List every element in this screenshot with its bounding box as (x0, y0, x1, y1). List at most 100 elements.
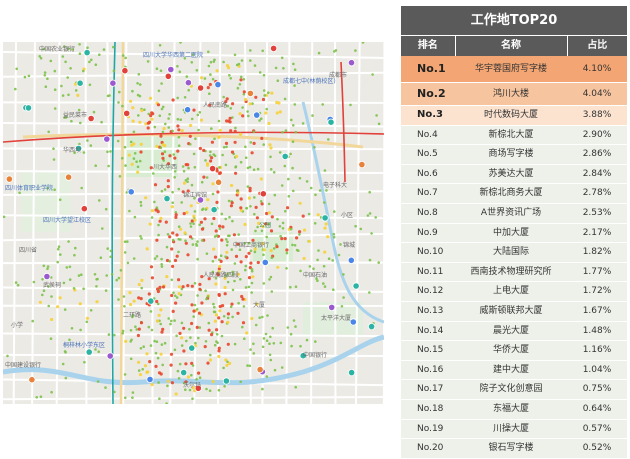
poi-pin-icon[interactable] (147, 376, 153, 382)
heat-point (245, 265, 248, 268)
poi-pin-icon[interactable] (181, 369, 187, 375)
heat-point (86, 46, 89, 49)
heat-point (314, 340, 317, 343)
poi-pin-icon[interactable] (189, 345, 195, 351)
heat-point (63, 282, 66, 285)
poi-pin-icon[interactable] (223, 378, 229, 384)
poi-pin-icon[interactable] (282, 153, 288, 159)
poi-pin-icon[interactable] (81, 206, 87, 212)
poi-pin-icon[interactable] (44, 273, 50, 279)
poi-pin-icon[interactable] (184, 107, 190, 113)
heat-point (66, 266, 69, 269)
heat-point (139, 83, 142, 86)
heat-point (209, 83, 212, 86)
heat-point (183, 212, 186, 215)
poi-pin-icon[interactable] (6, 176, 12, 182)
heat-point (295, 131, 298, 134)
table-row: No.11西南技术物理研究所1.77% (401, 263, 627, 283)
heat-point (198, 288, 201, 291)
heat-point (118, 277, 121, 280)
poi-pin-icon[interactable] (260, 191, 266, 197)
heat-point (64, 61, 67, 64)
poi-pin-icon[interactable] (211, 207, 217, 213)
poi-pin-icon[interactable] (88, 115, 94, 121)
heat-point (263, 337, 266, 340)
cell-share: 2.17% (567, 224, 627, 243)
heat-point (287, 178, 290, 181)
poi-pin-icon[interactable] (368, 323, 374, 329)
poi-pin-icon[interactable] (124, 110, 130, 116)
heat-point (50, 295, 53, 298)
poi-pin-icon[interactable] (329, 304, 335, 310)
heat-point (254, 96, 257, 99)
poi-pin-icon[interactable] (322, 215, 328, 221)
poi-pin-icon[interactable] (110, 80, 116, 86)
poi-pin-icon[interactable] (348, 369, 354, 375)
poi-pin-icon[interactable] (65, 174, 71, 180)
poi-pin-icon[interactable] (215, 179, 221, 185)
heat-point (182, 327, 185, 330)
heat-point (251, 282, 254, 285)
poi-pin-icon[interactable] (270, 45, 276, 51)
poi-pin-icon[interactable] (262, 259, 268, 265)
poi-pin-icon[interactable] (84, 49, 90, 55)
heat-point (117, 101, 120, 104)
heat-point (197, 114, 200, 117)
heat-point (148, 326, 151, 329)
poi-pin-icon[interactable] (353, 283, 359, 289)
poi-pin-icon[interactable] (247, 90, 253, 96)
poi-pin-icon[interactable] (185, 80, 191, 86)
heat-point (67, 94, 70, 97)
heat-map[interactable]: 中国农业银行 四川大学华西第二医院 成都七中(林荫校区) 人民南路 四川体育职业… (3, 42, 384, 404)
poi-pin-icon[interactable] (168, 66, 174, 72)
heat-point (266, 339, 269, 342)
poi-pin-icon[interactable] (104, 136, 110, 142)
heat-point (225, 364, 228, 367)
street (3, 123, 384, 127)
poi-pin-icon[interactable] (25, 105, 31, 111)
heat-point (243, 337, 246, 340)
heat-point (160, 331, 163, 334)
heat-point (121, 157, 124, 160)
heat-point (261, 388, 264, 391)
heat-point (229, 129, 232, 132)
heat-point (260, 177, 263, 180)
heat-point (105, 208, 108, 211)
heat-point (177, 118, 180, 121)
poi-pin-icon[interactable] (215, 81, 221, 87)
poi-pin-icon[interactable] (77, 80, 83, 86)
poi-pin-icon[interactable] (350, 319, 356, 325)
heat-point (321, 103, 324, 106)
poi-pin-icon[interactable] (359, 161, 365, 167)
heat-point (237, 302, 240, 305)
poi-pin-icon[interactable] (165, 73, 171, 79)
heat-point (197, 337, 200, 340)
heat-point (159, 308, 162, 311)
heat-point (211, 223, 214, 226)
poi-pin-icon[interactable] (29, 377, 35, 383)
poi-pin-icon[interactable] (197, 85, 203, 91)
poi-pin-icon[interactable] (148, 298, 154, 304)
poi-pin-icon[interactable] (86, 349, 92, 355)
poi-pin-icon[interactable] (257, 366, 263, 372)
poi-pin-icon[interactable] (254, 112, 260, 118)
heat-point (316, 259, 319, 262)
poi-pin-icon[interactable] (348, 60, 354, 66)
heat-point (35, 396, 38, 399)
heat-point (224, 286, 227, 289)
heat-point (313, 146, 316, 149)
heat-point (368, 291, 371, 294)
poi-pin-icon[interactable] (122, 68, 128, 74)
poi-pin-icon[interactable] (348, 257, 354, 263)
poi-pin-icon[interactable] (128, 189, 134, 195)
heat-point (239, 133, 242, 136)
heat-point (167, 233, 170, 236)
heat-point (159, 135, 162, 138)
heat-point (279, 235, 282, 238)
poi-pin-icon[interactable] (209, 165, 215, 171)
poi-pin-icon[interactable] (107, 353, 113, 359)
poi-pin-icon[interactable] (328, 119, 334, 125)
heat-point (225, 142, 228, 145)
poi-pin-icon[interactable] (164, 195, 170, 201)
heat-point (196, 69, 199, 72)
